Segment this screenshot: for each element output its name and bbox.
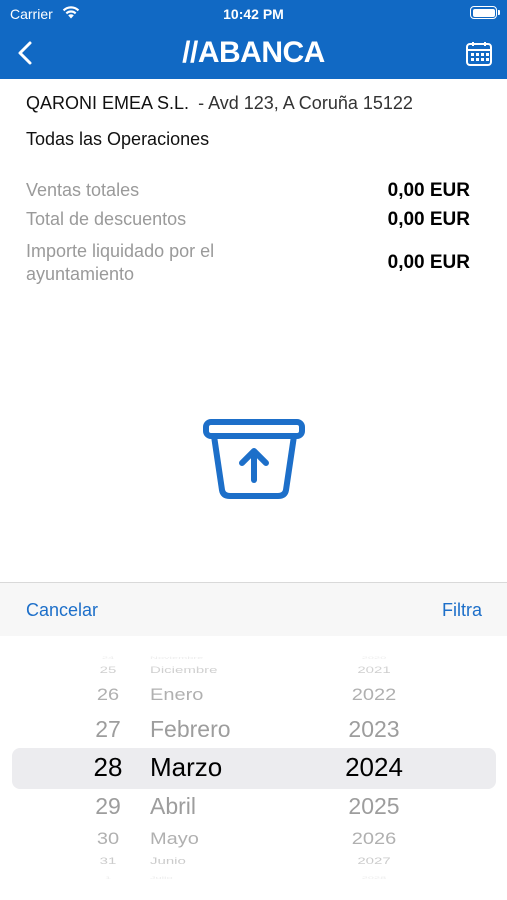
merchant-name: QARONI EMEA S.L. bbox=[26, 93, 190, 113]
picker-year-option[interactable]: 2026 bbox=[334, 830, 414, 850]
summary-label: Ventas totales bbox=[26, 180, 140, 200]
merchant-address: - Avd 123, A Coruña 15122 bbox=[198, 93, 413, 113]
picker-day-option[interactable]: 27 bbox=[80, 716, 136, 743]
status-bar: Carrier 10:42 PM bbox=[0, 0, 507, 28]
summary-value: 0,00 EUR bbox=[387, 179, 470, 201]
summary-label: Importe liquidado por el ayuntamiento bbox=[26, 241, 215, 284]
picker-month-option[interactable]: Mayo bbox=[150, 830, 270, 850]
picker-day-option[interactable]: 29 bbox=[80, 793, 136, 820]
picker-day-option[interactable]: 30 bbox=[80, 830, 136, 850]
picker-fade-top bbox=[0, 636, 507, 676]
picker-year-option[interactable]: 2023 bbox=[334, 716, 414, 743]
picker-day-option[interactable]: 28 bbox=[80, 752, 136, 783]
summary-label: Total de descuentos bbox=[26, 209, 187, 229]
brand-logo: //ABANCA bbox=[182, 36, 325, 69]
calendar-icon[interactable] bbox=[465, 40, 493, 68]
empty-box-upload-icon bbox=[203, 419, 305, 499]
summary-table: Ventas totales 0,00 EUR Total de descuen… bbox=[26, 178, 470, 290]
cancel-button[interactable]: Cancelar bbox=[26, 600, 98, 621]
picker-year-option[interactable]: 2025 bbox=[334, 793, 414, 820]
picker-day-option[interactable]: 26 bbox=[80, 686, 136, 706]
summary-row-total-sales: Ventas totales 0,00 EUR bbox=[26, 178, 470, 203]
picker-month-option[interactable]: Febrero bbox=[150, 716, 270, 743]
summary-row-discounts: Total de descuentos 0,00 EUR bbox=[26, 203, 470, 236]
picker-month-option[interactable]: Enero bbox=[150, 686, 270, 706]
picker-month-option[interactable]: Abril bbox=[150, 793, 270, 820]
summary-row-settled-amount: Importe liquidado por el ayuntamiento 0,… bbox=[26, 236, 470, 290]
clock: 10:42 PM bbox=[223, 6, 284, 22]
picker-year-option[interactable]: 2022 bbox=[334, 686, 414, 706]
summary-value: 0,00 EUR bbox=[387, 208, 470, 230]
picker-toolbar: Cancelar Filtra bbox=[0, 582, 507, 636]
summary-value: 0,00 EUR bbox=[387, 252, 470, 273]
picker-fade-bottom bbox=[0, 860, 507, 900]
filter-button[interactable]: Filtra bbox=[442, 600, 482, 621]
merchant-info: QARONI EMEA S.L. - Avd 123, A Coruña 151… bbox=[26, 93, 413, 114]
date-picker[interactable]: 24252627282930311 NoviembreDiciembreEner… bbox=[0, 636, 507, 900]
picker-year-option[interactable]: 2024 bbox=[334, 752, 414, 783]
battery-icon bbox=[470, 6, 500, 19]
nav-bar: //ABANCA bbox=[0, 28, 507, 79]
picker-month-option[interactable]: Marzo bbox=[150, 752, 270, 783]
operations-title: Todas las Operaciones bbox=[26, 129, 210, 149]
